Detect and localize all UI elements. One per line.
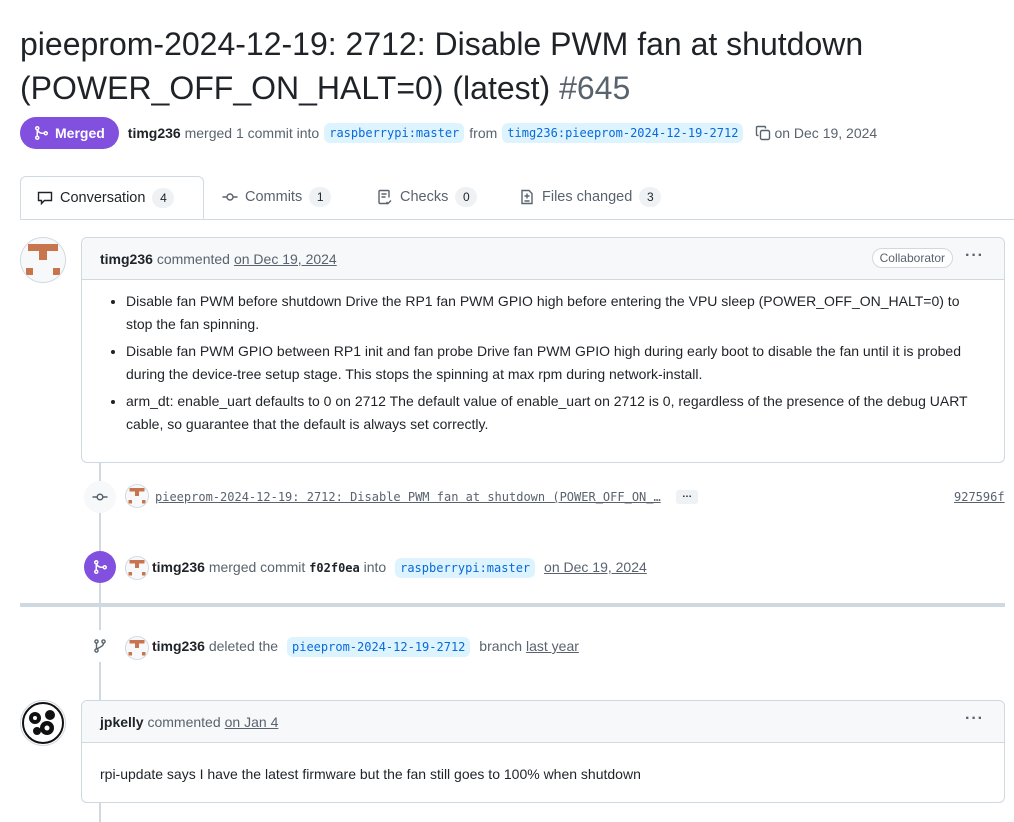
from-text: from — [469, 125, 498, 141]
commit-icon — [222, 193, 238, 201]
merge-author-link[interactable]: timg236 — [152, 559, 205, 575]
kebab-menu-icon[interactable]: ··· — [965, 710, 984, 728]
tab-checks-count: 0 — [455, 187, 478, 207]
tab-checks[interactable]: Checks 0 — [377, 176, 478, 218]
copy-icon[interactable] — [755, 125, 771, 141]
comment-action: commented — [147, 713, 221, 730]
tab-files-changed[interactable]: Files changed 3 — [519, 176, 662, 218]
merge-separator — [20, 603, 1005, 607]
tab-commits[interactable]: Commits 1 — [222, 176, 332, 218]
comment-body: Disable fan PWM before shutdown Drive th… — [82, 280, 1004, 452]
identicon — [21, 238, 65, 282]
avatar-timg236[interactable] — [20, 237, 66, 283]
merged-state-label: Merged — [55, 125, 105, 141]
file-diff-icon — [521, 189, 533, 205]
merge-event-badge — [84, 551, 116, 583]
git-merge-icon — [94, 560, 108, 574]
comment-jpkelly: jpkelly commented on Jan 4 ··· rpi-updat… — [81, 700, 1005, 803]
tab-conversation[interactable]: Conversation 4 — [20, 176, 204, 219]
comment-action: commented — [156, 250, 230, 267]
collaborator-badge: Collaborator — [871, 248, 953, 268]
commit-event-badge — [84, 481, 116, 513]
avatar-timg236[interactable] — [125, 636, 149, 660]
pr-title-text: pieeprom-2024-12-19: 2712: Disable PWM f… — [20, 26, 864, 106]
comment-date[interactable]: on Jan 4 — [225, 714, 279, 730]
tab-conversation-count: 4 — [152, 187, 175, 208]
pr-title: pieeprom-2024-12-19: 2712: Disable PWM f… — [20, 22, 1000, 110]
delete-event-verb: deleted the — [208, 638, 279, 654]
pr-date: on Dec 19, 2024 — [774, 125, 878, 141]
comment-icon — [37, 191, 53, 205]
avatar-timg236[interactable] — [125, 484, 149, 508]
tab-files-changed-count: 3 — [639, 187, 662, 207]
commit-sha-link[interactable]: 927596f — [954, 490, 1005, 504]
bullet-item: arm_dt: enable_uart defaults to 0 on 271… — [126, 390, 986, 436]
merge-event-verb: merged commit — [208, 559, 306, 575]
merged-state-badge: Merged — [20, 117, 119, 149]
tab-files-changed-label: Files changed — [542, 189, 633, 205]
commit-message-link[interactable]: pieeprom-2024-12-19: 2712: Disable PWM f… — [155, 490, 661, 504]
avatar-timg236[interactable] — [125, 556, 149, 580]
merge-event-text: timg236 merged commit f02f0ea into raspb… — [152, 558, 647, 578]
comment-author[interactable]: timg236 — [100, 251, 153, 267]
tab-commits-label: Commits — [245, 189, 303, 205]
git-merge-icon — [35, 126, 49, 140]
tab-conversation-label: Conversation — [60, 189, 146, 206]
comment-body: rpi-update says I have the latest firmwa… — [100, 766, 641, 782]
timeline-line — [99, 801, 101, 822]
deleted-branch[interactable]: pieeprom-2024-12-19-2712 — [287, 637, 471, 657]
expand-commit-button[interactable]: … — [676, 490, 698, 504]
avatar-image — [22, 702, 64, 744]
checklist-icon — [378, 189, 392, 205]
avatar-jpkelly[interactable] — [20, 700, 66, 746]
commit-icon — [92, 493, 108, 501]
git-branch-icon — [94, 639, 106, 653]
pr-meta: Merged timg236 merged 1 commit into rasp… — [20, 117, 877, 149]
bullet-item: Disable fan PWM GPIO between RP1 init an… — [126, 340, 986, 386]
merge-into-text: into — [363, 559, 387, 575]
tab-checks-label: Checks — [400, 189, 449, 205]
tab-commits-count: 1 — [309, 187, 332, 207]
pr-tabs: Conversation 4 Commits 1 Checks 0 Files … — [20, 176, 1014, 220]
head-branch[interactable]: timg236:pieeprom-2024-12-19-2712 — [502, 123, 744, 143]
merge-target-branch[interactable]: raspberrypi:master — [395, 558, 536, 578]
delete-author-link[interactable]: timg236 — [152, 638, 205, 654]
kebab-menu-icon[interactable]: ··· — [965, 247, 984, 265]
comment-date[interactable]: on Dec 19, 2024 — [234, 251, 337, 267]
delete-date[interactable]: last year — [526, 638, 579, 654]
delete-branch-badge — [84, 630, 116, 662]
comment-bullet-list: Disable fan PWM before shutdown Drive th… — [100, 290, 986, 436]
merge-commit-sha[interactable]: f02f0ea — [309, 561, 360, 575]
identicon — [126, 485, 148, 507]
comment-author[interactable]: jpkelly — [100, 714, 144, 730]
comment-timg236: timg236 commented on Dec 19, 2024 Collab… — [81, 237, 1005, 463]
delete-branch-suffix: branch — [479, 638, 523, 654]
merge-date[interactable]: on Dec 19, 2024 — [544, 559, 647, 575]
identicon — [126, 557, 148, 579]
pr-author-link[interactable]: timg236 — [128, 125, 181, 141]
comment-header: jpkelly commented on Jan 4 ··· — [82, 701, 1004, 743]
comment-header: timg236 commented on Dec 19, 2024 Collab… — [82, 238, 1004, 280]
merge-text: merged 1 commit into — [184, 125, 320, 141]
pr-number: #645 — [559, 70, 631, 106]
bullet-item: Disable fan PWM before shutdown Drive th… — [126, 290, 986, 336]
delete-branch-text: timg236 deleted the pieeprom-2024-12-19-… — [152, 637, 579, 657]
identicon — [126, 637, 148, 659]
base-branch[interactable]: raspberrypi:master — [324, 123, 465, 143]
